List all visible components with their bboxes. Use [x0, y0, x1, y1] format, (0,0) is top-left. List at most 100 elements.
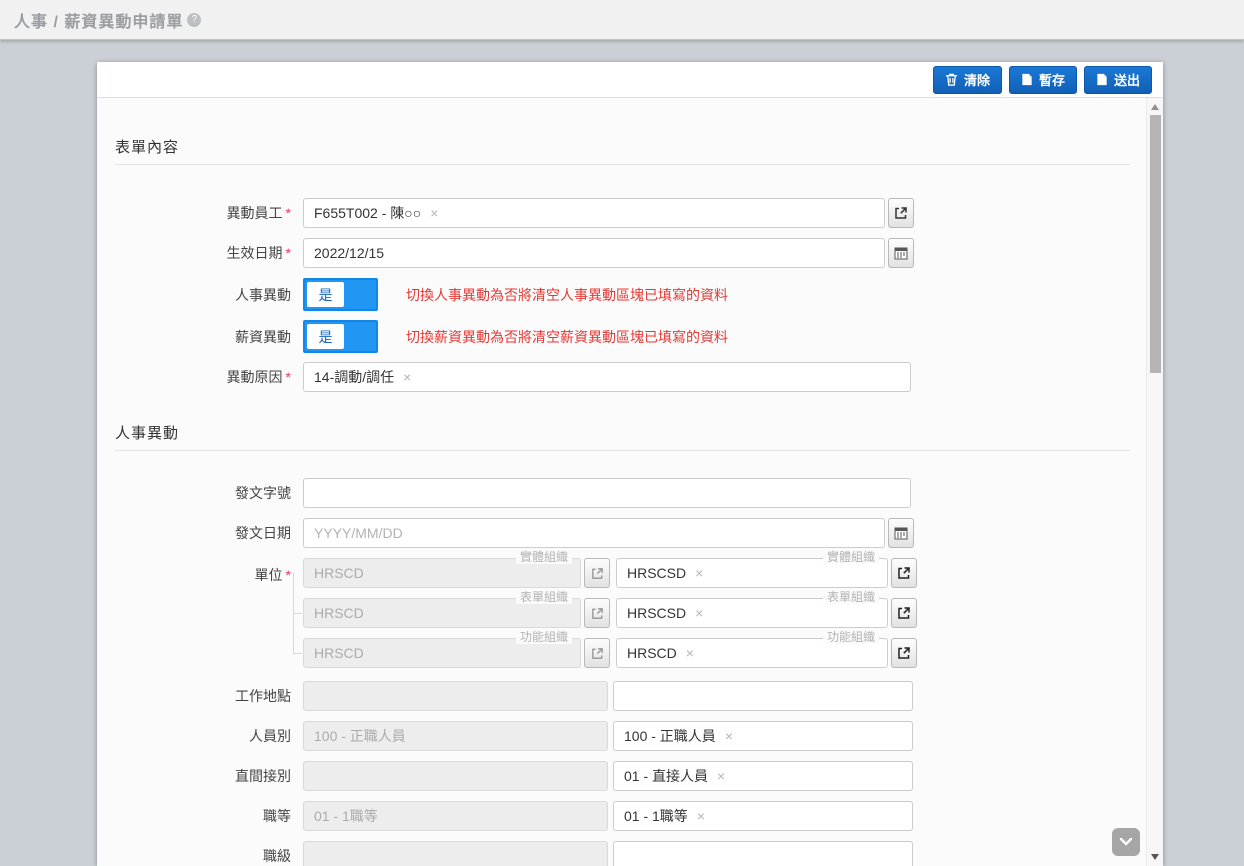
external-link-icon — [897, 566, 911, 580]
employee-lookup-button[interactable] — [888, 198, 914, 228]
salary-change-toggle[interactable]: 是 — [303, 320, 378, 353]
unit-row-form: 表單組織 HRSCD 表單組織 HRSCSD × — [303, 598, 917, 628]
unit-new-input-form[interactable]: 表單組織 HRSCSD × — [616, 598, 888, 628]
employee-value: F655T002 - 陳○○ — [314, 203, 421, 223]
job-level-label: 職級 — [115, 846, 303, 866]
toolbar: 清除 暫存 送出 — [97, 62, 1163, 98]
remove-chip-icon[interactable]: × — [686, 646, 694, 660]
form-content-area: 表單內容 異動員工* F655T002 - 陳○○ × 生效日期* 2022/1… — [97, 98, 1146, 866]
trash-icon — [945, 73, 958, 86]
toggle-knob: 是 — [307, 282, 344, 307]
direct-indirect-new-input[interactable]: 01 - 直接人員 × — [613, 761, 913, 791]
effective-date-label: 生效日期* — [115, 243, 303, 263]
scrollbar-thumb[interactable] — [1150, 115, 1161, 373]
unit-old-lookup-button[interactable] — [584, 598, 610, 628]
unit-old-value: HRSCD — [314, 645, 364, 661]
external-link-icon — [591, 647, 604, 660]
card-scrollbar — [1146, 98, 1163, 866]
personnel-toggle-row: 人事異動 是 切換人事異動為否將清空人事異動區塊已填寫的資料 — [115, 278, 1130, 311]
work-location-new-input[interactable] — [613, 681, 913, 711]
remove-chip-icon[interactable]: × — [695, 566, 703, 580]
page: { "page": { "title": "人事 / 薪資異動申請單", "he… — [0, 0, 1244, 866]
unit-old-lookup-button[interactable] — [584, 558, 610, 588]
required-mark: * — [286, 567, 291, 583]
unit-rows: 實體組織 HRSCD 實體組織 HRSCSD × — [303, 558, 917, 668]
clear-button[interactable]: 清除 — [933, 66, 1002, 94]
section-title-personnel-change: 人事異動 — [115, 422, 1130, 443]
unit-new-value: HRSCSD — [627, 605, 686, 621]
effective-date-value: 2022/12/15 — [314, 245, 384, 261]
draft-button[interactable]: 暫存 — [1009, 66, 1077, 94]
org-type-tag: 表單組織 — [516, 590, 572, 604]
unit-block: 單位* 實體組織 HRSCD — [115, 558, 1130, 668]
job-grade-label: 職等 — [115, 806, 303, 826]
doc-number-input[interactable] — [303, 478, 911, 508]
employee-input[interactable]: F655T002 - 陳○○ × — [303, 198, 885, 228]
unit-row-functional: 功能組織 HRSCD 功能組織 HRSCD × — [303, 638, 917, 668]
reason-input[interactable]: 14-調動/調任 × — [303, 362, 911, 392]
remove-chip-icon[interactable]: × — [403, 370, 411, 384]
unit-new-lookup-button[interactable] — [891, 558, 917, 588]
remove-chip-icon[interactable]: × — [695, 606, 703, 620]
job-grade-new-value: 01 - 1職等 — [624, 806, 688, 826]
personnel-type-label: 人員別 — [115, 726, 303, 746]
section-divider — [115, 164, 1130, 165]
toggle-knob: 是 — [307, 324, 344, 349]
direct-indirect-label: 直間接別 — [115, 766, 303, 786]
form-card: 清除 暫存 送出 表單內容 異動員工* F655T002 - 陳○○ × — [97, 62, 1163, 866]
help-icon[interactable]: ? — [187, 13, 201, 27]
personnel-type-new-input[interactable]: 100 - 正職人員 × — [613, 721, 913, 751]
org-type-tag: 功能組織 — [516, 630, 572, 644]
unit-new-input-functional[interactable]: 功能組織 HRSCD × — [616, 638, 888, 668]
scrollbar-down-arrow-icon[interactable] — [1151, 854, 1159, 860]
submit-button-label: 送出 — [1114, 70, 1140, 89]
effective-date-calendar-button[interactable] — [888, 238, 914, 268]
tree-connector — [293, 653, 302, 654]
org-type-tag: 實體組織 — [516, 550, 572, 564]
doc-number-label: 發文字號 — [115, 483, 303, 503]
org-type-tag: 功能組織 — [823, 630, 879, 644]
direct-indirect-new-value: 01 - 直接人員 — [624, 766, 708, 786]
unit-new-input-physical[interactable]: 實體組織 HRSCSD × — [616, 558, 888, 588]
unit-new-lookup-button[interactable] — [891, 638, 917, 668]
reason-row: 異動原因* 14-調動/調任 × — [115, 362, 1130, 392]
work-location-label: 工作地點 — [115, 686, 303, 706]
required-mark: * — [286, 245, 291, 261]
effective-date-input[interactable]: 2022/12/15 — [303, 238, 885, 268]
salary-toggle-warning: 切換薪資異動為否將清空薪資異動區塊已填寫的資料 — [406, 327, 728, 347]
calendar-icon — [894, 246, 908, 260]
work-location-row: 工作地點 — [115, 681, 1130, 711]
remove-chip-icon[interactable]: × — [717, 769, 725, 783]
scroll-to-bottom-button[interactable] — [1112, 828, 1140, 856]
document-icon — [1096, 73, 1108, 86]
external-link-icon — [591, 607, 604, 620]
employee-row: 異動員工* F655T002 - 陳○○ × — [115, 198, 1130, 228]
doc-number-row: 發文字號 — [115, 478, 1130, 508]
submit-button[interactable]: 送出 — [1084, 66, 1152, 94]
reason-label: 異動原因* — [115, 367, 303, 387]
scrollbar-up-arrow-icon[interactable] — [1151, 104, 1159, 110]
doc-date-calendar-button[interactable] — [888, 518, 914, 548]
section-title-form-content: 表單內容 — [115, 136, 1130, 157]
org-type-tag: 實體組織 — [823, 550, 879, 564]
unit-old-lookup-button[interactable] — [584, 638, 610, 668]
job-grade-new-input[interactable]: 01 - 1職等 × — [613, 801, 913, 831]
job-level-new-input[interactable] — [613, 841, 913, 866]
tree-connector — [293, 613, 302, 614]
draft-button-label: 暫存 — [1039, 70, 1065, 89]
doc-date-input[interactable] — [303, 518, 885, 548]
direct-indirect-old-input — [303, 761, 608, 791]
unit-new-value: HRSCD — [627, 645, 677, 661]
remove-chip-icon[interactable]: × — [697, 809, 705, 823]
personnel-change-toggle[interactable]: 是 — [303, 278, 378, 311]
unit-row-physical: 實體組織 HRSCD 實體組織 HRSCSD × — [303, 558, 917, 588]
required-mark: * — [286, 205, 291, 221]
org-type-tag: 表單組織 — [823, 590, 879, 604]
doc-date-label: 發文日期 — [115, 523, 303, 543]
personnel-toggle-label: 人事異動 — [115, 285, 303, 305]
external-link-icon — [591, 567, 604, 580]
remove-chip-icon[interactable]: × — [430, 206, 438, 220]
salary-toggle-label: 薪資異動 — [115, 327, 303, 347]
remove-chip-icon[interactable]: × — [725, 729, 733, 743]
unit-new-lookup-button[interactable] — [891, 598, 917, 628]
